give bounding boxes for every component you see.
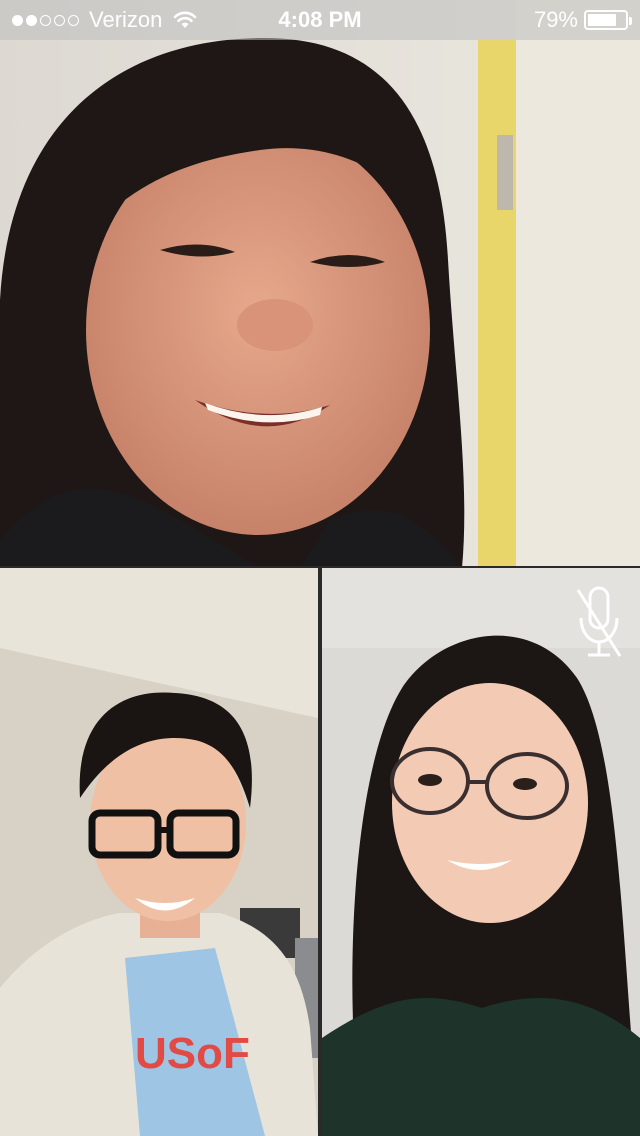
shirt-print: USoF (135, 1029, 250, 1078)
carrier-name: Verizon (89, 7, 163, 32)
participant-video-top[interactable] (0, 0, 640, 568)
signal-dot (54, 14, 65, 26)
signal-strength-icon (12, 14, 79, 26)
signal-dot (68, 14, 79, 26)
battery-indicator: 79% (533, 7, 632, 33)
signal-dot (26, 14, 37, 26)
signal-dot (40, 14, 51, 26)
signal-dot (12, 14, 23, 26)
microphone-muted-icon (576, 586, 622, 657)
participant-video-frame: USoF (0, 568, 318, 1136)
status-bar: Verizon 4:08 PM 79% (0, 0, 640, 40)
video-call-screen: Verizon 4:08 PM 79% USoF (0, 0, 640, 1136)
participant-video-bottom-right[interactable] (322, 568, 640, 1136)
battery-percent: 79% (533, 7, 578, 32)
participant-video-bottom-left[interactable]: USoF (0, 568, 318, 1136)
participant-video-frame (0, 0, 640, 568)
battery-fill (588, 14, 617, 26)
battery-icon (584, 10, 632, 30)
wifi-icon (174, 11, 197, 28)
